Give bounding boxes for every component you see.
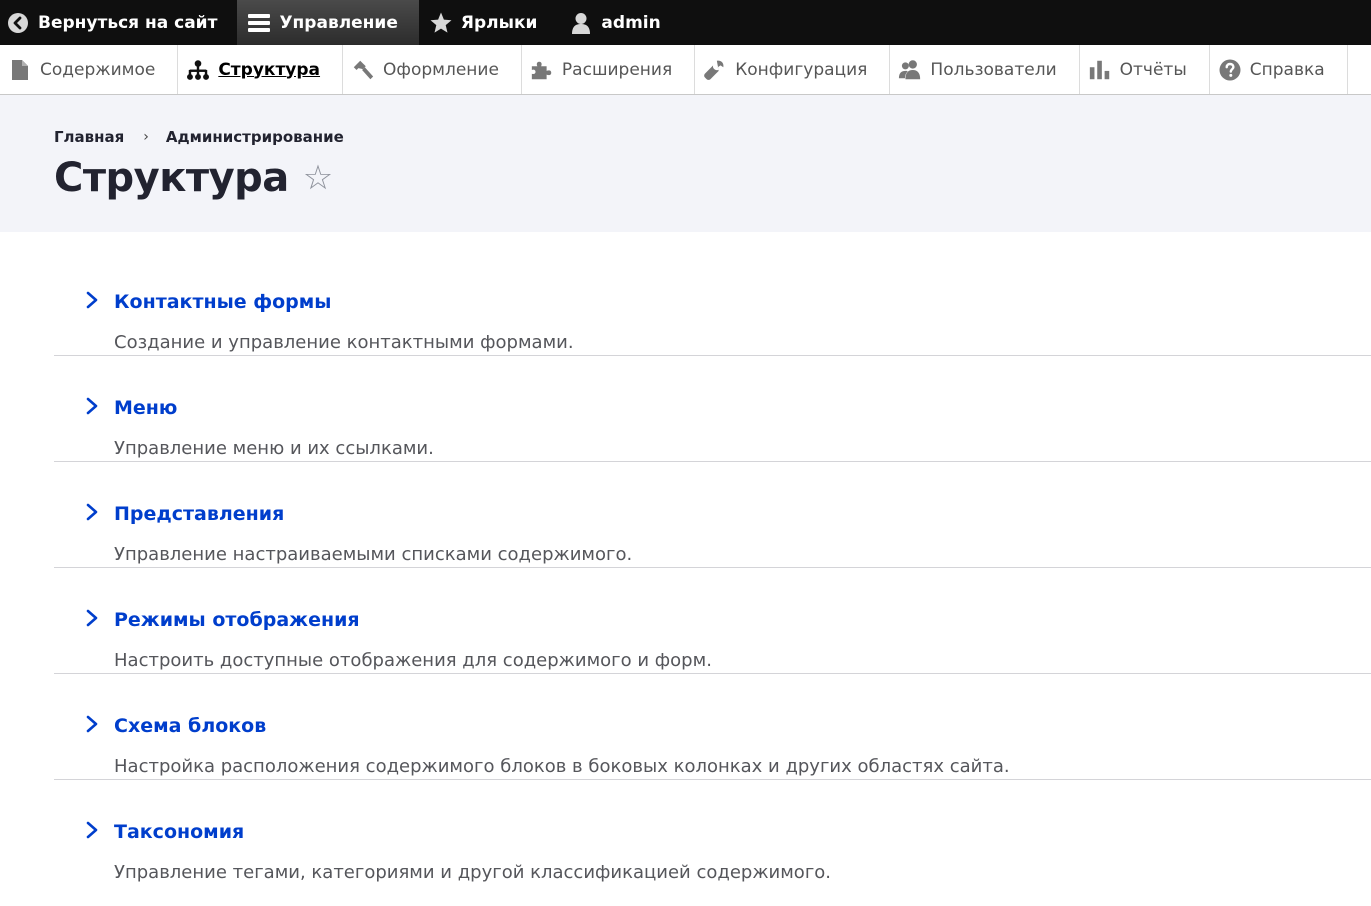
list-item: Таксономия Управление тегами, категориям… bbox=[54, 780, 1371, 886]
hamburger-icon bbox=[247, 11, 271, 35]
admin-list: Контактные формы Создание и управление к… bbox=[54, 250, 1371, 886]
tray-item-help[interactable]: Справка bbox=[1210, 45, 1348, 94]
tray-label-structure: Структура bbox=[218, 59, 321, 80]
sitemap-icon bbox=[186, 58, 210, 82]
tray-item-extend[interactable]: Расширения bbox=[522, 45, 696, 94]
list-item-description: Создание и управление контактными формам… bbox=[114, 332, 574, 353]
list-item-description: Управление настраиваемыми списками содер… bbox=[114, 544, 633, 565]
bar-chart-icon bbox=[1088, 58, 1112, 82]
wrench-icon bbox=[703, 58, 727, 82]
chevron-right-icon bbox=[86, 503, 98, 521]
puzzle-icon bbox=[530, 58, 554, 82]
add-shortcut-star-icon[interactable]: ☆ bbox=[303, 158, 333, 198]
tray-label-extend: Расширения bbox=[561, 59, 673, 80]
document-icon bbox=[8, 58, 32, 82]
user-label: admin bbox=[601, 12, 661, 33]
list-item-link[interactable]: Представления bbox=[114, 503, 284, 525]
back-to-site-label: Вернуться на сайт bbox=[38, 12, 218, 33]
list-item-link[interactable]: Таксономия bbox=[114, 821, 244, 843]
page-header: Главная › Администрирование Структура ☆ bbox=[0, 95, 1371, 232]
tray-item-appearance[interactable]: Оформление bbox=[343, 45, 522, 94]
list-item-description: Управление меню и их ссылками. bbox=[114, 438, 434, 459]
list-item: Схема блоков Настройка расположения соде… bbox=[54, 674, 1371, 780]
tray-label-content: Содержимое bbox=[40, 59, 156, 80]
chevron-right-icon bbox=[86, 291, 98, 309]
tray-item-structure[interactable]: Структура bbox=[178, 45, 344, 94]
question-icon bbox=[1218, 58, 1242, 82]
chevron-right-icon bbox=[86, 715, 98, 733]
tray-label-help: Справка bbox=[1249, 59, 1325, 80]
tray-item-people[interactable]: Пользователи bbox=[890, 45, 1080, 94]
shortcuts-label: Ярлыки bbox=[460, 12, 538, 33]
list-item: Меню Управление меню и их ссылками. bbox=[54, 356, 1371, 462]
breadcrumb-admin-link[interactable]: Администрирование bbox=[166, 128, 344, 146]
list-item-link[interactable]: Контактные формы bbox=[114, 291, 331, 313]
people-icon bbox=[898, 58, 922, 82]
back-to-site-link[interactable]: Вернуться на сайт bbox=[0, 0, 237, 45]
list-item-description: Настроить доступные отображения для соде… bbox=[114, 650, 712, 671]
chevron-right-icon bbox=[86, 821, 98, 839]
chevron-right-icon bbox=[86, 609, 98, 627]
breadcrumb-home-link[interactable]: Главная bbox=[54, 128, 124, 146]
list-item-description: Настройка расположения содержимого блоко… bbox=[114, 756, 1010, 777]
chevron-right-icon bbox=[86, 397, 98, 415]
tray-label-appearance: Оформление bbox=[383, 59, 499, 80]
manage-label: Управление bbox=[279, 12, 398, 33]
manage-tab[interactable]: Управление bbox=[237, 0, 419, 45]
admin-menu-tray: Содержимое Структура Оформление Расширен… bbox=[0, 45, 1371, 95]
list-item-link[interactable]: Режимы отображения bbox=[114, 609, 360, 631]
tray-label-reports: Отчёты bbox=[1119, 59, 1187, 80]
back-arrow-icon bbox=[6, 11, 30, 35]
breadcrumb: Главная › Администрирование bbox=[54, 128, 344, 146]
tray-label-people: Пользователи bbox=[930, 59, 1057, 80]
breadcrumb-separator: › bbox=[143, 129, 149, 145]
tray-label-configuration: Конфигурация bbox=[735, 59, 868, 80]
list-item-link[interactable]: Схема блоков bbox=[114, 715, 266, 737]
star-icon bbox=[429, 11, 453, 35]
tray-item-content[interactable]: Содержимое bbox=[0, 45, 179, 94]
user-tab[interactable]: admin bbox=[559, 0, 670, 45]
tray-item-configuration[interactable]: Конфигурация bbox=[695, 45, 891, 94]
list-item: Контактные формы Создание и управление к… bbox=[54, 250, 1371, 356]
toolbar-bar: Вернуться на сайт Управление Ярлыки admi… bbox=[0, 0, 1371, 45]
user-icon bbox=[569, 11, 593, 35]
tray-item-reports[interactable]: Отчёты bbox=[1080, 45, 1210, 94]
list-item-description: Управление тегами, категориями и другой … bbox=[114, 862, 832, 883]
list-item-link[interactable]: Меню bbox=[114, 397, 177, 419]
page-title: Структура ☆ bbox=[54, 155, 333, 201]
paintbrush-icon bbox=[351, 58, 375, 82]
list-item: Режимы отображения Настроить доступные о… bbox=[54, 568, 1371, 674]
page-title-text: Структура bbox=[54, 155, 289, 201]
list-item: Представления Управление настраиваемыми … bbox=[54, 462, 1371, 568]
shortcuts-tab[interactable]: Ярлыки bbox=[419, 0, 560, 45]
